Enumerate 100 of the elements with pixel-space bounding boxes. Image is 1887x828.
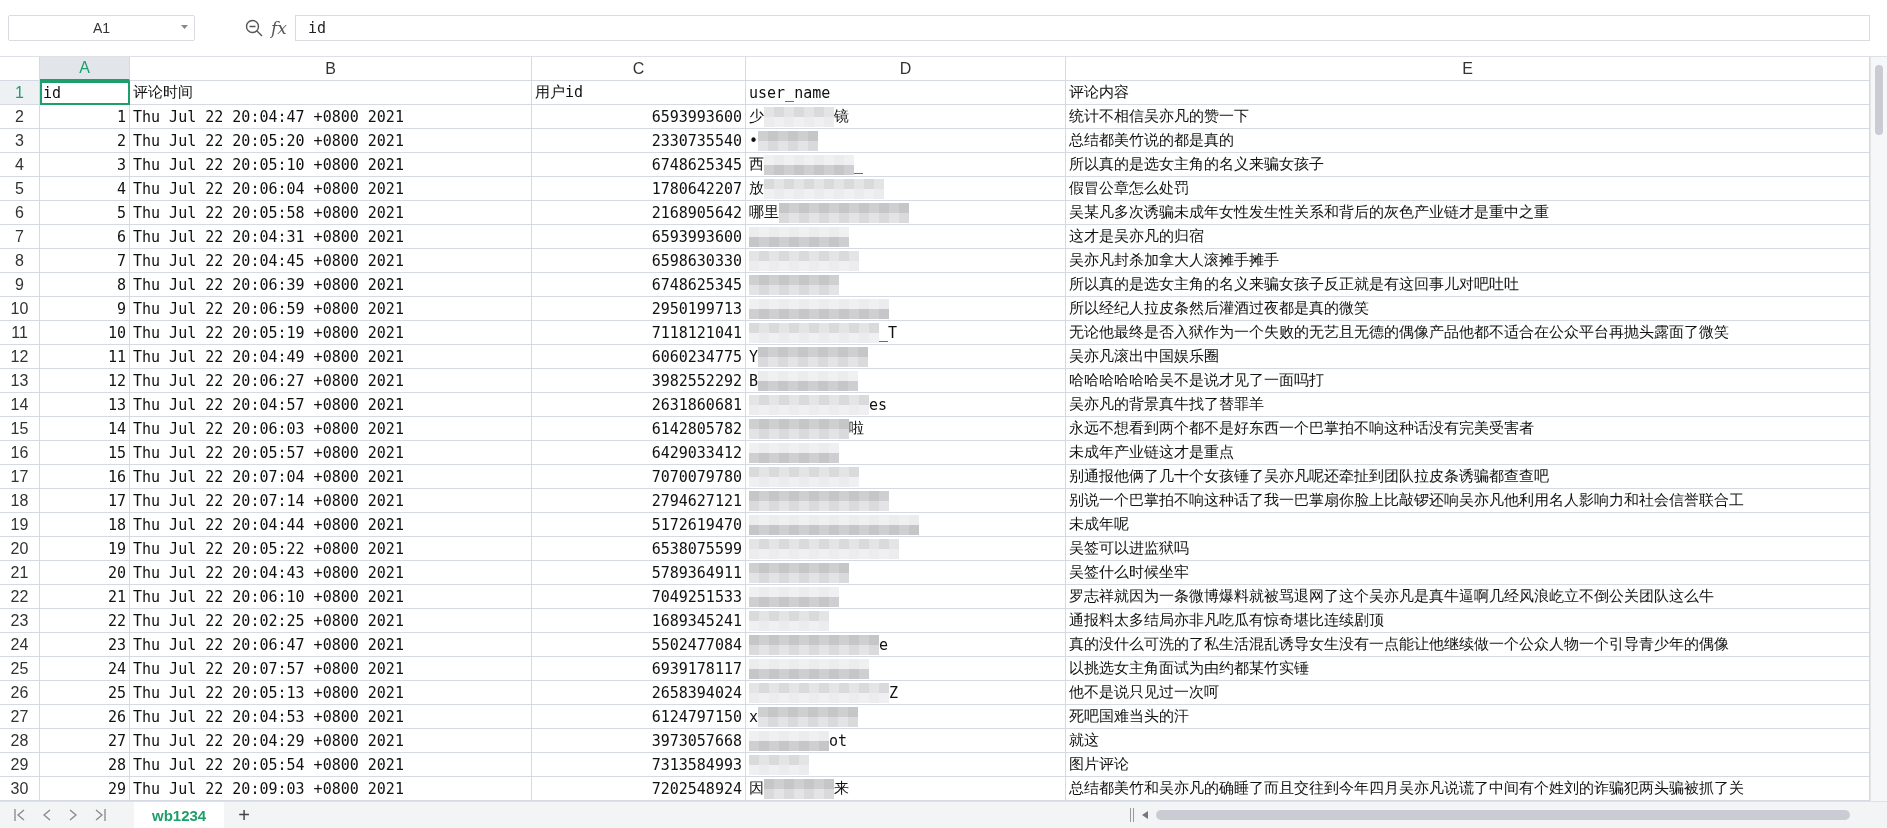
column-header[interactable]: D [746,57,1066,81]
table-cell: 别通报他俩了几十个女孩锤了吴亦凡呢还牵扯到团队拉皮条诱骗都查查吧 [1066,465,1870,489]
table-cell: 统计不相信吴亦凡的赞一下 [1066,105,1870,129]
table-cell: 5502477084 [532,633,746,657]
table-cell: 1689345241 [532,609,746,633]
row-header[interactable]: 11 [0,321,40,345]
row-header[interactable]: 2 [0,105,40,129]
table-cell: 26 [40,705,130,729]
table-cell: 12 [40,369,130,393]
table-cell: Thu Jul 22 20:04:45 +0800 2021 [130,249,532,273]
row-header[interactable]: 28 [0,729,40,753]
table-cell: 图片评论 [1066,753,1870,777]
table-cell: 6060234775 [532,345,746,369]
table-cell: Thu Jul 22 20:07:04 +0800 2021 [130,465,532,489]
row-header[interactable]: 23 [0,609,40,633]
column-header[interactable]: E [1066,57,1870,81]
row-header[interactable]: 18 [0,489,40,513]
table-cell: Thu Jul 22 20:02:25 +0800 2021 [130,609,532,633]
table-cell: 评论时间 [130,81,532,105]
row-header[interactable]: 3 [0,129,40,153]
table-cell: 罗志祥就因为一条微博爆料就被骂退网了这个吴亦凡是真牛逼啊几经风浪屹立不倒公关团队这么牛 [1066,585,1870,609]
scrollbar-thumb[interactable] [1875,65,1883,135]
row-header[interactable]: 14 [0,393,40,417]
scrollbar-thumb[interactable] [1156,810,1850,820]
table-cell: Thu Jul 22 20:06:47 +0800 2021 [130,633,532,657]
row-header[interactable]: 9 [0,273,40,297]
row-header[interactable]: 8 [0,249,40,273]
table-cell: 2631860681 [532,393,746,417]
table-cell: Thu Jul 22 20:07:57 +0800 2021 [130,657,532,681]
column-header[interactable]: B [130,57,532,81]
formula-field[interactable]: id [294,15,1870,41]
row-header[interactable]: 7 [0,225,40,249]
table-cell: 9 [40,297,130,321]
table-cell: 6538075599 [532,537,746,561]
table-cell: 他不是说只见过一次呵 [1066,681,1870,705]
table-cell: 13 [40,393,130,417]
user-name-fragment: B [749,371,759,390]
user-name-fragment: • [749,131,759,150]
function-label[interactable]: fx [271,18,287,38]
row-header[interactable]: 22 [0,585,40,609]
row-header[interactable]: 13 [0,369,40,393]
user-name-fragment: 少 [749,107,764,126]
table-cell: 未成年呢 [1066,513,1870,537]
row-header[interactable]: 17 [0,465,40,489]
next-sheet-icon[interactable] [69,809,77,821]
table-cell: 10 [40,321,130,345]
row-header[interactable]: 20 [0,537,40,561]
table-cell: 6939178117 [532,657,746,681]
row-header[interactable]: 12 [0,345,40,369]
table-cell: Thu Jul 22 20:06:10 +0800 2021 [130,585,532,609]
table-cell: 6142805782 [532,417,746,441]
table-cell: Thu Jul 22 20:05:19 +0800 2021 [130,321,532,345]
row-header[interactable]: 4 [0,153,40,177]
table-cell: Thu Jul 22 20:04:44 +0800 2021 [130,513,532,537]
table-cell: 死吧国难当头的汗 [1066,705,1870,729]
row-header[interactable]: 29 [0,753,40,777]
table-cell: 用户id [532,81,746,105]
table-cell: 5 [40,201,130,225]
name-box[interactable]: A1 [8,15,195,41]
previous-sheet-icon[interactable] [43,809,51,821]
row-header[interactable]: 19 [0,513,40,537]
column-header[interactable]: C [532,57,746,81]
scroll-left-icon[interactable] [1142,811,1148,819]
row-header[interactable]: 6 [0,201,40,225]
row-header[interactable]: 25 [0,657,40,681]
table-cell: 吴签什么时候坐牢 [1066,561,1870,585]
table-cell: 这才是吴亦凡的归宿 [1066,225,1870,249]
last-sheet-icon[interactable] [95,809,106,821]
user-name-fragment: es [869,395,888,414]
row-header[interactable]: 21 [0,561,40,585]
table-cell: 2168905642 [532,201,746,225]
table-cell: Thu Jul 22 20:06:59 +0800 2021 [130,297,532,321]
row-header[interactable]: 15 [0,417,40,441]
table-cell: Thu Jul 22 20:07:14 +0800 2021 [130,489,532,513]
row-header[interactable]: 5 [0,177,40,201]
first-sheet-icon[interactable] [14,809,25,821]
table-cell: Thu Jul 22 20:06:27 +0800 2021 [130,369,532,393]
table-cell: 7070079780 [532,465,746,489]
table-cell: 吴某凡多次诱骗未成年女性发生性关系和背后的灰色产业链才是重中之重 [1066,201,1870,225]
table-cell: 8 [40,273,130,297]
table-cell: 1 [40,105,130,129]
user-name-fragment: x [749,707,759,726]
table-cell: 未成年产业链这才是重点 [1066,441,1870,465]
row-header[interactable]: 26 [0,681,40,705]
table-cell: Thu Jul 22 20:05:22 +0800 2021 [130,537,532,561]
vertical-scrollbar[interactable] [1870,57,1887,801]
add-sheet-button[interactable]: + [234,803,254,827]
row-header[interactable]: 10 [0,297,40,321]
user-name-fragment: 啦 [849,419,864,438]
row-header[interactable]: 24 [0,633,40,657]
zoom-icon[interactable] [245,19,263,37]
user-name-fragment: 放 [749,179,764,198]
table-cell: 评论内容 [1066,81,1870,105]
row-header[interactable]: 27 [0,705,40,729]
table-cell: Thu Jul 22 20:05:13 +0800 2021 [130,681,532,705]
table-cell: 6598630330 [532,249,746,273]
table-cell: 22 [40,609,130,633]
table-cell: Thu Jul 22 20:05:20 +0800 2021 [130,129,532,153]
row-header[interactable]: 16 [0,441,40,465]
table-cell: 3982552292 [532,369,746,393]
